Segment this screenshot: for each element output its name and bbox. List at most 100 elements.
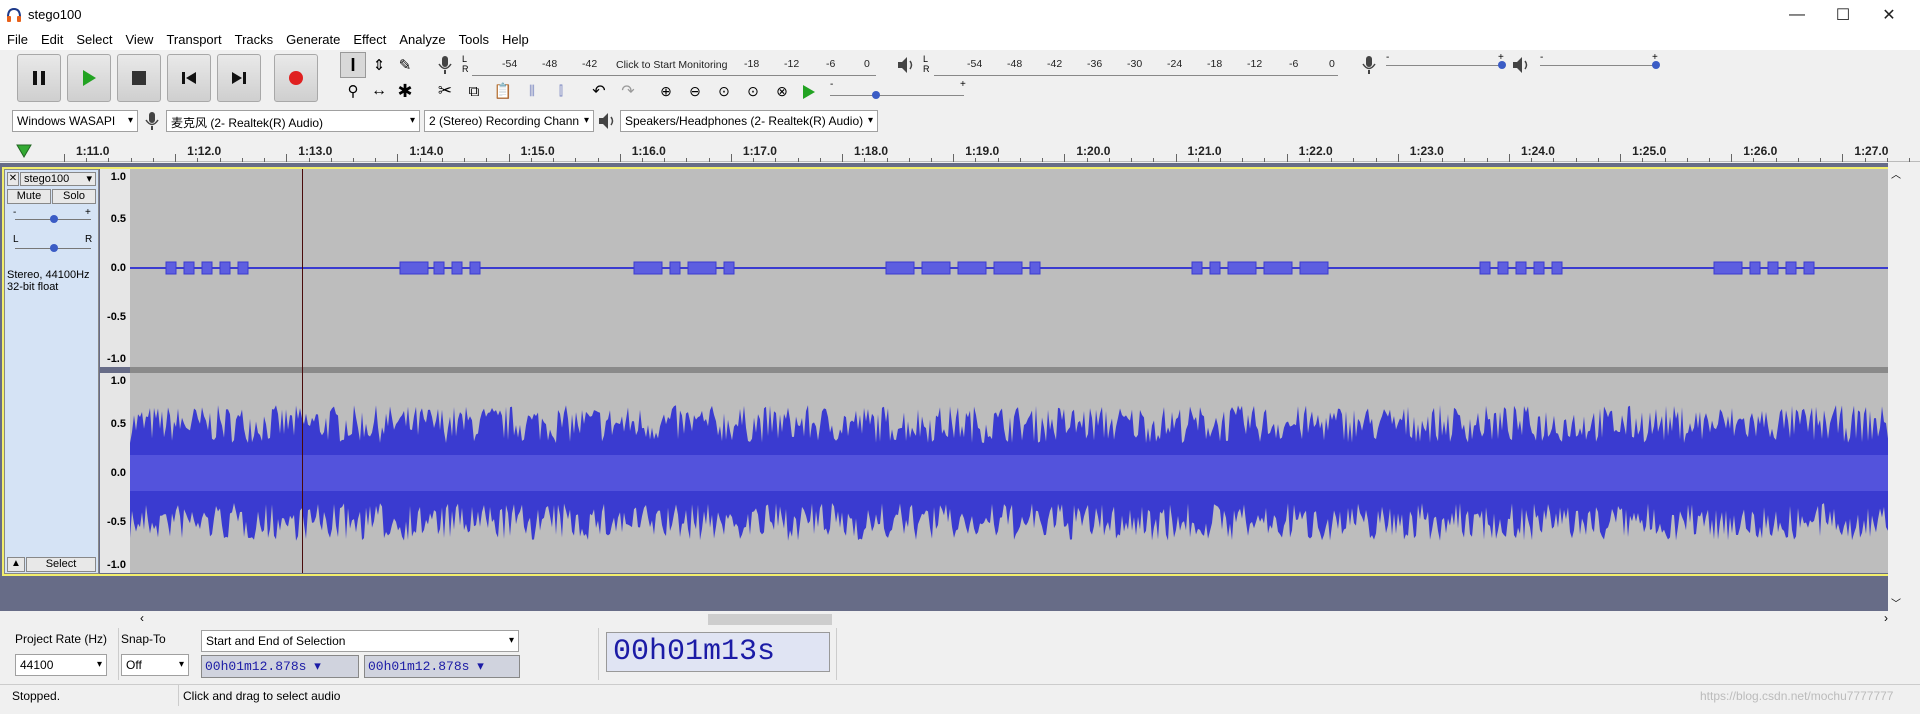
undo-button[interactable]: ↶	[586, 78, 612, 104]
menu-tracks[interactable]: Tracks	[228, 30, 280, 50]
menu-view[interactable]: View	[119, 30, 160, 50]
selection-mode-select[interactable]: Start and End of Selection ▾	[201, 630, 519, 652]
horizontal-scrollbar[interactable]: ‹ ›	[128, 611, 1890, 628]
play-speed-slider[interactable]: - +	[830, 79, 968, 102]
ruler-label: 1:27.0	[1854, 144, 1889, 158]
zoom-toggle-button[interactable]: ⊗	[769, 78, 795, 104]
ruler-tick	[1464, 158, 1466, 162]
record-meter[interactable]: -54 -48 -42 Click to Start Monitoring -1…	[472, 56, 876, 76]
menu-file[interactable]: File	[0, 30, 34, 50]
ruler-tick	[1909, 158, 1911, 162]
menu-bar: File Edit Select View Transport Tracks G…	[0, 30, 1920, 50]
skip-to-start-button[interactable]	[167, 54, 211, 102]
ruler-tick	[1531, 158, 1533, 162]
menu-edit[interactable]: Edit	[34, 30, 69, 50]
ruler-tick	[864, 158, 866, 162]
ruler-label: 1:23.0	[1409, 144, 1444, 158]
playback-volume-slider[interactable]: - +	[1540, 52, 1664, 74]
speaker-icon[interactable]	[895, 54, 917, 76]
vertical-scrollbar[interactable]: ︿ ﹀	[1888, 163, 1905, 611]
ruler-tick	[730, 154, 732, 162]
zoom-tool[interactable]: ⚲	[340, 78, 366, 104]
fit-project-button[interactable]: ⊙	[740, 78, 766, 104]
play-at-speed-icon[interactable]	[800, 83, 818, 101]
playback-meter[interactable]: -54 -48 -42 -36 -30 -24 -18 -12 -6 0	[934, 56, 1338, 76]
scroll-right-icon[interactable]: ›	[1884, 611, 1888, 625]
playback-device-value: Speakers/Headphones (2- Realtek(R) Audio…	[625, 114, 864, 128]
ruler-tick	[1286, 154, 1288, 162]
pause-button[interactable]	[17, 54, 61, 102]
ruler-tick	[1242, 158, 1244, 162]
slider-thumb[interactable]	[1498, 61, 1506, 69]
multi-tool[interactable]: ✱	[392, 78, 418, 104]
close-button[interactable]: ✕	[1866, 0, 1912, 30]
scroll-thumb[interactable]	[708, 614, 832, 625]
menu-select[interactable]: Select	[69, 30, 118, 50]
cut-button[interactable]: ✂	[432, 78, 458, 104]
skip-to-end-button[interactable]	[217, 54, 261, 102]
trim-button[interactable]: ⫼	[519, 78, 545, 104]
menu-generate[interactable]: Generate	[279, 30, 346, 50]
skip-end-icon	[232, 72, 246, 84]
selection-end-time[interactable]: 00h01m12.878s ▾	[364, 655, 520, 678]
ruler-tick	[1442, 158, 1444, 162]
envelope-tool[interactable]: ⇕	[366, 52, 392, 78]
rec-scale: -42	[582, 58, 598, 70]
scroll-up-icon[interactable]: ︿	[1891, 166, 1901, 181]
ruler-tick	[1664, 158, 1666, 162]
scroll-down-icon[interactable]: ﹀	[1891, 595, 1901, 610]
minimize-button[interactable]: —	[1774, 0, 1820, 30]
ruler-tick	[1086, 158, 1088, 162]
track-focus-border	[2, 167, 1891, 576]
record-button[interactable]	[274, 54, 318, 102]
stop-button[interactable]	[117, 54, 161, 102]
menu-effect[interactable]: Effect	[346, 30, 392, 50]
draw-tool[interactable]: ✎	[392, 52, 418, 78]
time-shift-tool[interactable]: ↔	[366, 78, 392, 104]
chevron-down-icon: ▾	[178, 659, 184, 670]
redo-button[interactable]: ↷	[615, 78, 641, 104]
menu-help[interactable]: Help	[495, 30, 535, 50]
speed-min-label: -	[830, 79, 834, 90]
menu-tools[interactable]: Tools	[452, 30, 495, 50]
zoom-out-icon: ⊖	[689, 82, 701, 99]
ruler-label: 1:19.0	[965, 144, 1000, 158]
scroll-left-icon[interactable]: ‹	[140, 611, 144, 625]
selection-start-time[interactable]: 00h01m12.878s ▾	[201, 655, 359, 678]
pinned-play-head-icon[interactable]	[16, 144, 32, 158]
ruler-tick	[152, 158, 154, 162]
project-rate-select[interactable]: 44100 ▾	[15, 654, 107, 676]
paste-button[interactable]: 📋	[490, 78, 516, 104]
silence-button[interactable]: ⫿	[548, 78, 574, 104]
play-button[interactable]	[67, 54, 111, 102]
ruler-label: 1:17.0	[742, 144, 777, 158]
ruler-tick	[575, 158, 577, 162]
menu-analyze[interactable]: Analyze	[392, 30, 451, 50]
start-monitoring-label[interactable]: Click to Start Monitoring	[616, 59, 727, 71]
snap-to-select[interactable]: Off ▾	[121, 654, 189, 676]
audio-position-display[interactable]: 00h01m13s	[606, 632, 830, 672]
maximize-button[interactable]: ☐	[1820, 0, 1866, 30]
slider-thumb[interactable]	[1652, 61, 1660, 69]
ruler-tick	[1731, 154, 1733, 162]
i-beam-icon: I	[350, 54, 356, 75]
menu-transport[interactable]: Transport	[159, 30, 227, 50]
zoom-out-button[interactable]: ⊖	[682, 78, 708, 104]
microphone-icon[interactable]	[434, 54, 456, 76]
play-scale: -6	[1289, 58, 1299, 70]
ruler-tick	[308, 158, 310, 162]
recording-device-select[interactable]: 麦克风 (2- Realtek(R) Audio) ▾	[166, 110, 420, 132]
ruler-label: 1:12.0	[187, 144, 222, 158]
audio-host-select[interactable]: Windows WASAPI ▾	[12, 110, 138, 132]
audacity-logo-icon	[7, 7, 21, 22]
speed-thumb[interactable]	[872, 91, 880, 99]
timeline-ruler[interactable]: 1:11.0 1:12.0 1:13.0 1:14.0 1:15.0 1:16.0 1:17…	[0, 140, 1920, 162]
copy-button[interactable]: ⧉	[461, 78, 487, 104]
selection-tool[interactable]: I	[340, 52, 366, 78]
fit-selection-button[interactable]: ⊙	[711, 78, 737, 104]
recording-volume-slider[interactable]: - +	[1386, 52, 1510, 74]
zoom-in-button[interactable]: ⊕	[653, 78, 679, 104]
recording-channels-select[interactable]: 2 (Stereo) Recording Chann ▾	[424, 110, 594, 132]
ruler-tick	[330, 158, 332, 162]
playback-device-select[interactable]: Speakers/Headphones (2- Realtek(R) Audio…	[620, 110, 878, 132]
